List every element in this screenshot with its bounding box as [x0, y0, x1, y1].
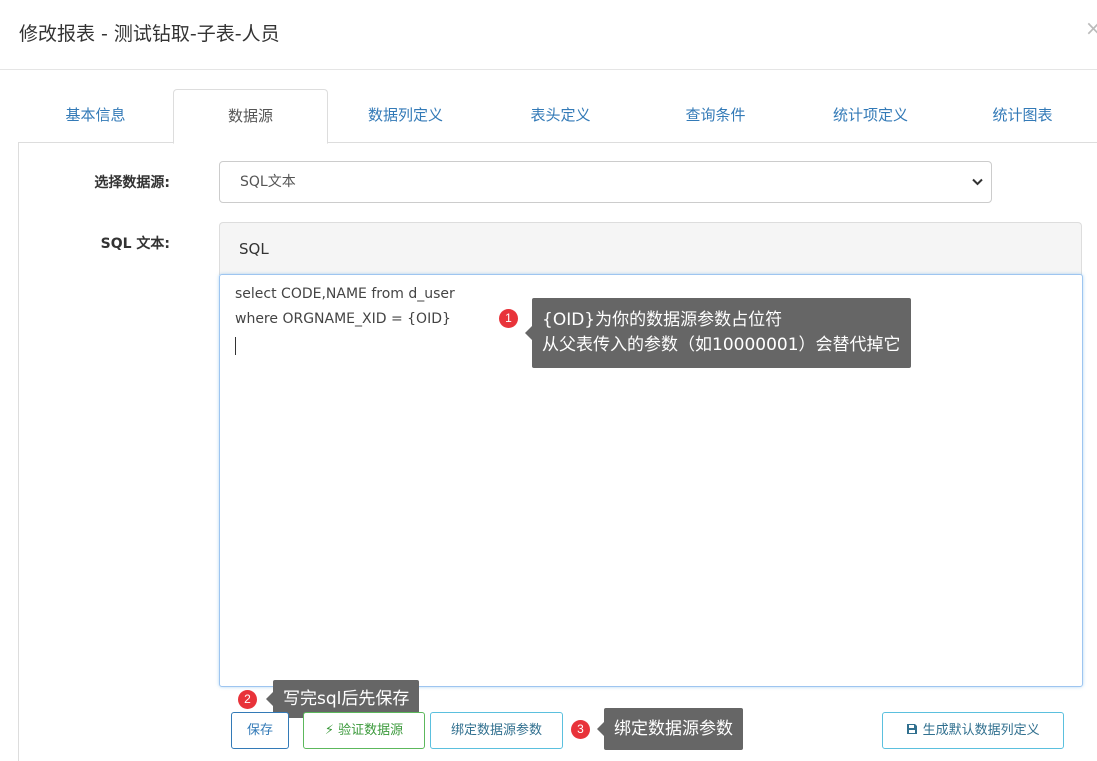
- validate-datasource-button[interactable]: ⚡ 验证数据源: [303, 712, 425, 749]
- callout-tip-1-line-1: {OID}为你的数据源参数占位符: [542, 310, 783, 330]
- callout-badge-1: 1: [499, 309, 518, 328]
- save-file-icon: [906, 723, 922, 738]
- callout-badge-2: 2: [238, 690, 257, 709]
- generate-columns-label: 生成默认数据列定义: [922, 723, 1040, 738]
- sql-line-1: select CODE,NAME from d_user: [235, 286, 455, 302]
- callout-tip-1: {OID}为你的数据源参数占位符 从父表传入的参数（如10000001）会替代掉…: [525, 298, 911, 368]
- sql-editor-header: SQL: [219, 222, 1082, 275]
- callout-tip-1-line-2: 从父表传入的参数（如10000001）会替代掉它: [542, 335, 901, 355]
- datasource-label: 选择数据源:: [94, 175, 170, 191]
- text-caret: [235, 337, 236, 355]
- bolt-icon: ⚡: [324, 723, 334, 738]
- datasource-select-value: SQL文本: [240, 174, 296, 190]
- callout-badge-3: 3: [571, 720, 590, 739]
- save-button[interactable]: 保存: [231, 712, 289, 749]
- close-button[interactable]: ×: [1085, 16, 1097, 40]
- datasource-select[interactable]: SQL文本: [219, 161, 992, 203]
- tab-charts[interactable]: 统计图表: [948, 89, 1097, 142]
- tab-basic-info[interactable]: 基本信息: [18, 89, 173, 142]
- validate-datasource-label: 验证数据源: [338, 723, 404, 738]
- tab-header-def[interactable]: 表头定义: [483, 89, 638, 142]
- sql-label: SQL 文本:: [100, 236, 170, 252]
- tab-bar: 基本信息 数据源 数据列定义 表头定义 查询条件 统计项定义 统计图表: [18, 89, 1097, 144]
- dialog-title: 修改报表 - 测试钻取-子表-人员: [19, 23, 280, 45]
- tab-statistics[interactable]: 统计项定义: [793, 89, 948, 142]
- bind-params-button[interactable]: 绑定数据源参数: [430, 712, 563, 749]
- sql-line-2: where ORGNAME_XID = {OID}: [235, 311, 451, 327]
- callout-tip-3: 绑定数据源参数: [597, 708, 743, 750]
- generate-columns-button[interactable]: 生成默认数据列定义: [882, 712, 1064, 749]
- header-divider: [0, 69, 1097, 70]
- tab-data-columns[interactable]: 数据列定义: [328, 89, 483, 142]
- tab-query-conditions[interactable]: 查询条件: [638, 89, 793, 142]
- tab-datasource[interactable]: 数据源: [173, 89, 328, 144]
- chevron-down-icon: [972, 162, 983, 202]
